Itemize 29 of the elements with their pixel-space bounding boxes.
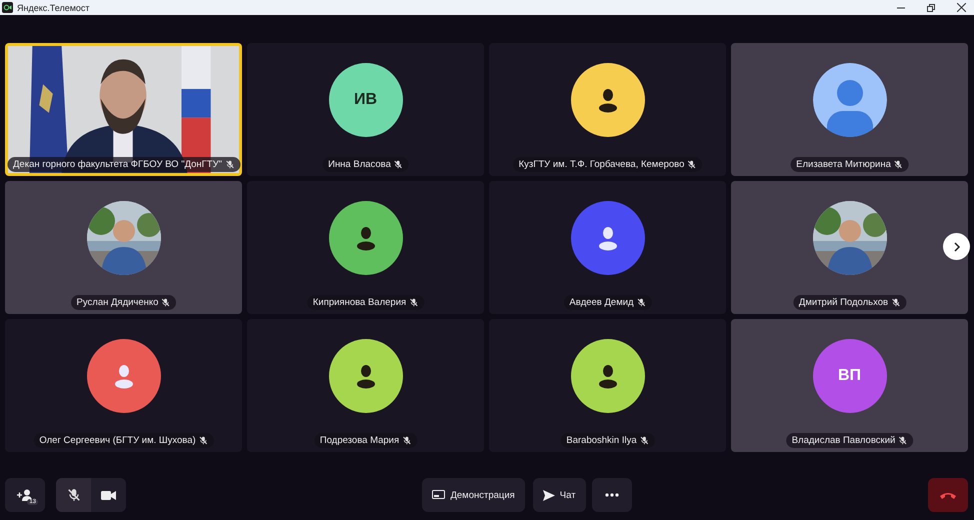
name-text: Декан горного факультета ФГБОУ ВО "ДонГТУ": [13, 159, 222, 170]
app-logo-icon: [2, 2, 13, 13]
name-text: Руслан Дядиченко: [76, 297, 158, 308]
screen-icon: [432, 490, 446, 500]
microphone-off-icon: [66, 488, 80, 502]
phone-icon: [940, 492, 956, 498]
more-icon: [604, 493, 619, 497]
name-text: Авдеев Демид: [569, 297, 634, 308]
name-text: Дмитрий Подольхов: [798, 297, 888, 308]
camera-icon: [101, 490, 116, 500]
chat-button[interactable]: Чат: [532, 478, 586, 512]
hang-up-button[interactable]: [928, 478, 968, 512]
name-text: Владислав Павловский: [792, 435, 896, 446]
screen-share-button[interactable]: Демонстрация: [422, 478, 525, 512]
name-text: КузГТУ им. Т.Ф. Горбачева, Кемерово: [518, 159, 684, 170]
close-icon: [956, 3, 966, 12]
avatar-initials: ИВ: [328, 63, 402, 137]
send-icon: [542, 490, 555, 500]
chevron-right-icon: [952, 242, 962, 252]
name-text: Елизавета Митюрина: [796, 159, 891, 170]
name-text: Baraboshkin Ilya: [566, 435, 637, 446]
restore-icon: [927, 4, 935, 12]
avatar-initials: ВП: [812, 339, 886, 413]
microphone-button[interactable]: [56, 478, 91, 512]
name-text: Олег Сергеевич (БГТУ им. Шухова): [39, 435, 196, 446]
name-text: Подрезова Мария: [320, 435, 400, 446]
window-title: Яндекс.Телемост: [17, 2, 91, 12]
name-text: Киприянова Валерия: [312, 297, 406, 308]
name-text: Инна Власова: [328, 159, 391, 170]
